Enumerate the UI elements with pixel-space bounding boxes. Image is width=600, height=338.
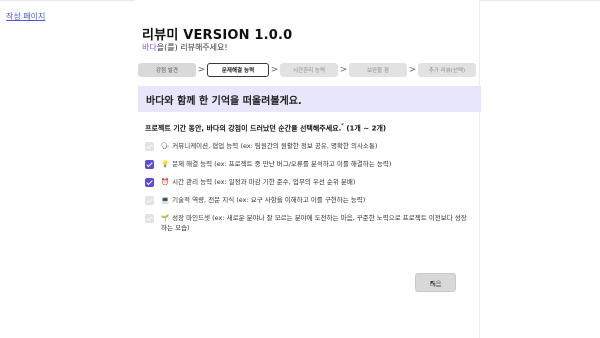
option-growth-text: 🌱 성장 마인드셋 (ex: 새로운 분야나 잘 모르는 분야에 도전하는 마음,… [161,213,471,233]
option-growth[interactable]: 🌱 성장 마인드셋 (ex: 새로운 분야나 잘 모르는 분야에 도전하는 마음,… [145,213,475,233]
page-subtitle: 바다을(를) 리뷰해주세요! [142,42,228,53]
checkbox-time-management[interactable] [145,177,154,187]
selection-range: (1개 ~ 2개) [346,124,387,133]
alarm-clock-icon: ⏰ [161,178,170,186]
option-label: 기술적 역량, 전문 지식 (ex: 요구 사항을 이해하고 이를 구현하는 능… [172,196,366,204]
option-label: 시간 관리 능력 (ex: 일정과 마감 기한 준수, 업무의 우선 순위 분배… [172,178,356,186]
write-page-link[interactable]: 작성 페이지 [6,11,45,22]
step-improvement[interactable]: 보완할 점 [349,62,407,77]
required-mark: * [341,123,344,129]
option-label: 커뮤니케이션, 협업 능력 (ex: 팀원간의 원활한 정보 공유, 명확한 의… [172,142,378,150]
chevron-right-icon: > [270,64,279,75]
checkbox-communication[interactable] [145,141,154,151]
chevron-right-icon: > [408,64,417,75]
checkbox-technical[interactable] [145,195,154,205]
question-label: 프로젝트 기간 동안, 바다의 강점이 드러났던 순간을 선택해주세요. [145,124,342,133]
options-list: 🗣 커뮤니케이션, 협업 능력 (ex: 팀원간의 원활한 정보 공유, 명확한… [145,141,475,241]
subtitle-text: 을(를) 리뷰해주세요! [156,43,228,52]
mouse-cursor-icon: ↖ [430,279,437,288]
lightbulb-icon: 💡 [161,160,170,168]
checkbox-growth[interactable] [145,213,154,223]
chevron-right-icon: > [339,64,348,75]
step-problem-solving[interactable]: 문제해결 능력 [207,62,269,77]
step-strength[interactable]: 강점 발견 [138,62,196,77]
checkbox-problem-solving[interactable] [145,159,154,169]
reviewee-name: 바다 [142,43,157,52]
option-communication[interactable]: 🗣 커뮤니케이션, 협업 능력 (ex: 팀원간의 원활한 정보 공유, 명확한… [145,141,475,151]
laptop-icon: 💻 [161,196,170,204]
option-problem-solving[interactable]: 💡 문제 해결 능력 (ex: 프로젝트 중 만난 버그/오류를 분석하고 이를… [145,159,475,169]
option-technical[interactable]: 💻 기술적 역량, 전문 지식 (ex: 요구 사항을 이해하고 이를 구현하는… [145,195,475,205]
seedling-icon: 🌱 [161,214,170,222]
step-additional-review[interactable]: 추가 리뷰(선택) [418,62,476,77]
option-label: 문제 해결 능력 (ex: 프로젝트 중 만난 버그/오류를 분석하고 이를 해… [172,160,392,168]
chevron-right-icon: > [197,64,206,75]
option-label: 성장 마인드셋 (ex: 새로운 분야나 잘 모르는 분야에 도전하는 마음, … [161,214,467,232]
section-banner: 바다와 함께 한 기억을 떠올려볼게요. [138,86,481,112]
step-progress: 강점 발견 > 문제해결 능력 > 시간관리 능력 > 보완할 점 > 추가 리… [138,62,476,77]
step-time-management[interactable]: 시간관리 능력 [280,62,338,77]
page-title: 리뷰미 VERSION 1.0.0 [142,28,293,43]
option-time-management[interactable]: ⏰ 시간 관리 능력 (ex: 일정과 마감 기한 준수, 업무의 우선 순위 … [145,177,475,187]
question-text: 프로젝트 기간 동안, 바다의 강점이 드러났던 순간을 선택해주세요.* (1… [145,123,386,133]
speaking-head-icon: 🗣 [161,142,170,150]
